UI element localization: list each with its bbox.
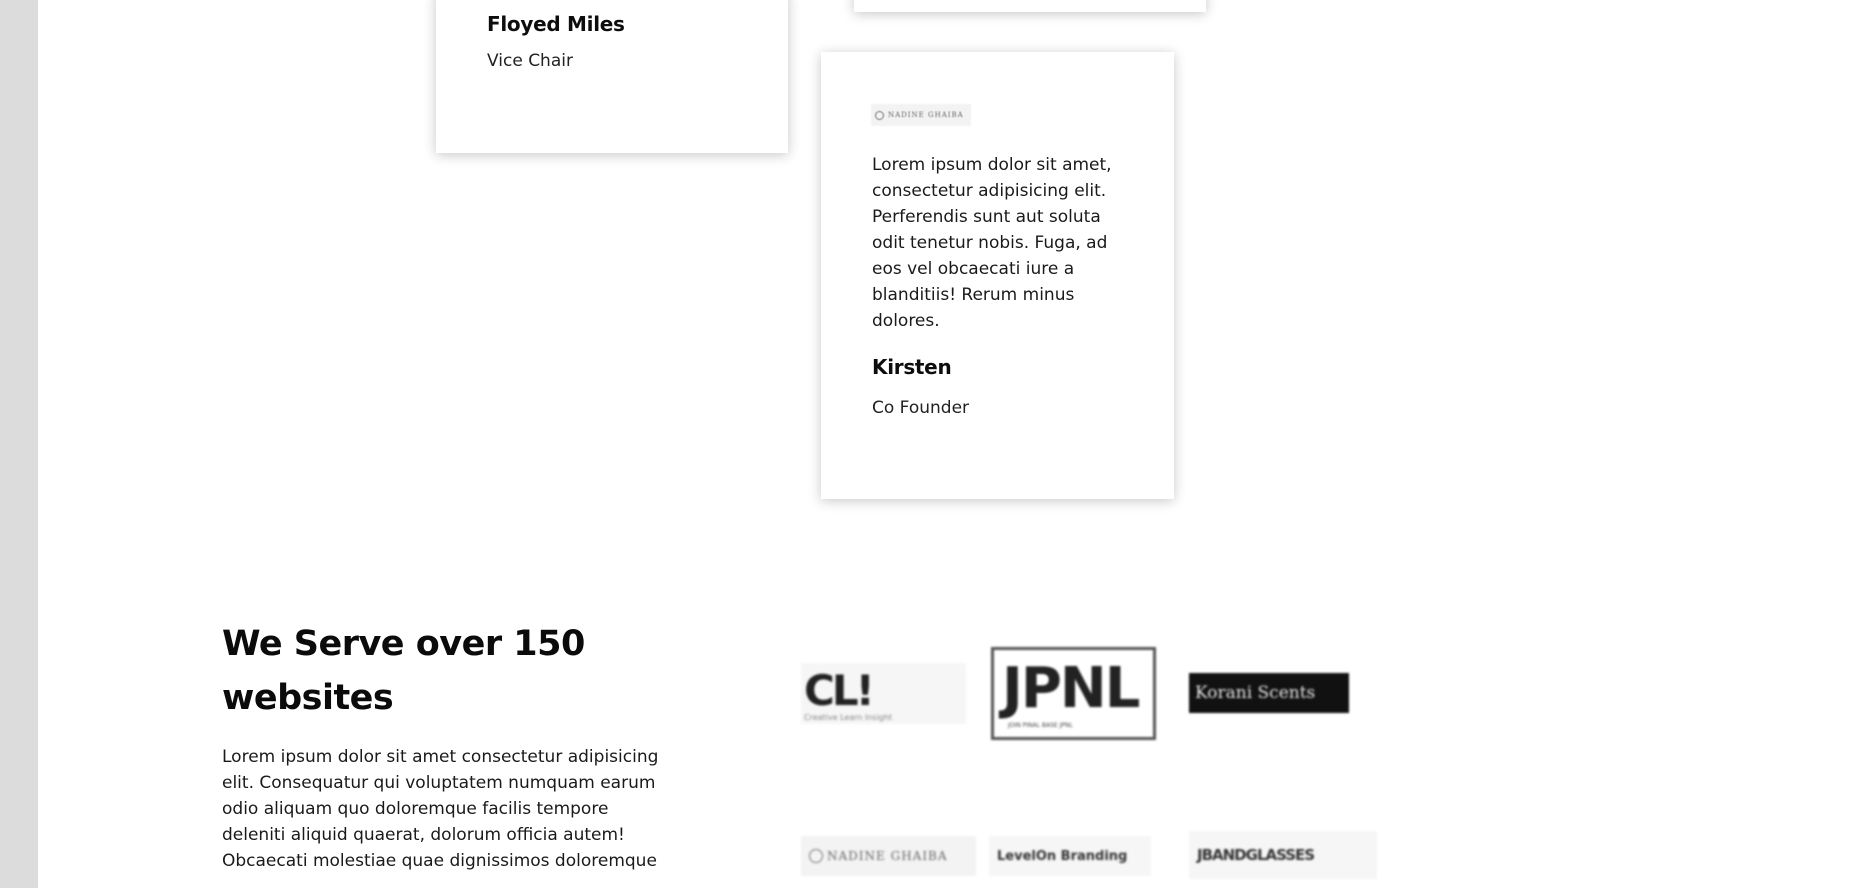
testimonial-card: Floyed Miles Vice Chair [436,0,788,153]
testimonial-card: NADINE GHAIBA Lorem ipsum dolor sit amet… [821,52,1174,499]
nadine-logo-icon [875,110,884,120]
client-logo-jbandglasses: JBANDGLASSES [1189,831,1377,879]
page: Floyed Miles Vice Chair NADINE GHAIBA Lo… [38,0,1865,888]
nadine-logo-icon [809,849,823,863]
logo-text: Korani Scents [1195,683,1316,703]
company-logo: NADINE GHAIBA [871,104,971,126]
logo-text: NADINE GHAIBA [827,849,948,863]
client-logo-creative-branding: LevelOn Branding [989,836,1151,876]
client-logo-jpnl: JPNL JOIN PINAL BASE JPNL [991,647,1156,740]
logo-subtext: Creative Learn Insight [804,713,893,722]
company-logo-text: NADINE GHAIBA [888,111,964,119]
clients-description: Lorem ipsum dolor sit amet consectetur a… [222,747,659,871]
client-logo-korani-scents: Korani Scents [1189,673,1349,713]
testimonial-name: Kirsten [872,355,952,379]
testimonial-quote: Lorem ipsum dolor sit amet, consectetur … [872,155,1112,331]
testimonial-role: Vice Chair [487,51,573,71]
logo-text: JBANDGLASSES [1197,846,1315,864]
logo-subtext: JOIN PINAL BASE JPNL [1008,722,1073,729]
logo-text: JPNL [1002,656,1140,721]
client-logo-nadine-ghaiba: NADINE GHAIBA [801,836,976,876]
testimonial-card [854,0,1206,12]
client-logo-cli: CL! Creative Learn Insight [801,663,966,724]
logo-text: LevelOn Branding [997,848,1128,864]
testimonial-name: Floyed Miles [487,12,625,36]
logo-text: CL! [804,666,875,715]
clients-heading: We Serve over 150 websites [222,624,585,718]
testimonial-role: Co Founder [872,398,970,418]
